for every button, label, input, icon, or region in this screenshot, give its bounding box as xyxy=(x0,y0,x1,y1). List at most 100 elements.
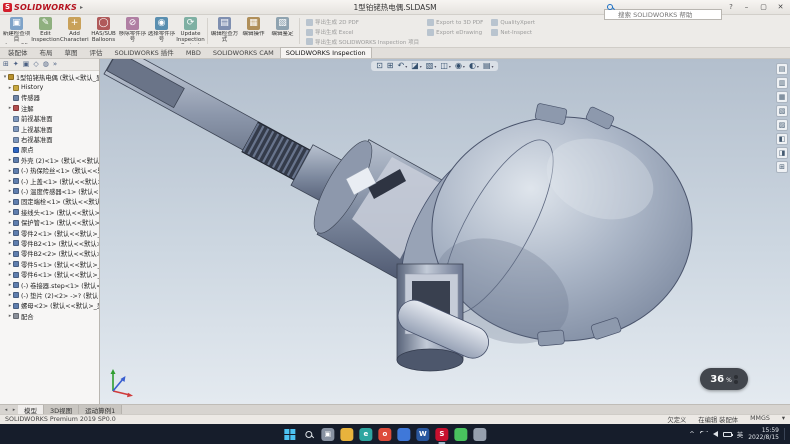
tree-row[interactable]: 前视基准面 xyxy=(0,114,99,124)
word-icon[interactable]: W xyxy=(416,428,429,441)
tab-草图[interactable]: 草图 xyxy=(59,45,84,58)
tree-row[interactable]: ▸注解 xyxy=(0,103,99,113)
doc-tab-模型[interactable]: 模型 xyxy=(18,405,44,414)
ribbon-button-update-inspection-project[interactable]: ⟳Update Inspection Project xyxy=(176,16,205,46)
search-button[interactable] xyxy=(302,428,315,441)
tab-MBD[interactable]: MBD xyxy=(180,47,207,58)
ribbon-button-net-inspect[interactable]: Net-Inspect xyxy=(491,28,535,37)
ribbon-button-export-3d-pdf[interactable]: Export to 3D PDF xyxy=(427,18,483,27)
ribbon-button-edit-inspection-methods[interactable]: ▤编辑检查方式 xyxy=(210,16,239,46)
ime-indicator[interactable]: 英 xyxy=(737,429,744,439)
apply-scene-icon[interactable]: ▤▾ xyxy=(483,62,494,70)
doc-tab-nav-left[interactable]: ◂ xyxy=(2,405,10,414)
ribbon-button-edit-operations[interactable]: ▦编辑操作 xyxy=(239,16,268,46)
view-orientation-icon[interactable]: ▧▾ xyxy=(426,62,437,70)
tree-row[interactable]: ▸固定端栓<1> (默认<<默认>_显示状态 1>) xyxy=(0,197,99,207)
tree-row[interactable]: ▸外壳 (2)<1> (默认<<默认>_显示状态 1>) xyxy=(0,155,99,165)
tree-row[interactable]: 传感器 xyxy=(0,93,99,103)
tab-布局[interactable]: 布局 xyxy=(34,45,59,58)
battery-icon[interactable] xyxy=(723,432,732,437)
tree-row[interactable]: ▸(-) 温度传感器<1> (默认<<默认>_显示状 xyxy=(0,186,99,196)
edit-appearance-icon[interactable]: ◐▾ xyxy=(469,62,479,70)
dimxpert-manager-tab[interactable]: ◇ xyxy=(33,61,38,68)
tree-row[interactable]: ▸保护管<1> (默认<<默认>_显示状态 1>) xyxy=(0,217,99,227)
ribbon-button-new-inspection-project[interactable]: ▣新建检查项目 (emp.fil) xyxy=(2,16,31,46)
configuration-manager-tab[interactable]: ▣ xyxy=(23,61,30,68)
tree-row[interactable]: 上视基准面 xyxy=(0,124,99,134)
tray-chevron-icon[interactable]: ^ xyxy=(689,430,694,438)
ribbon-button-edit-qualification[interactable]: ▧编辑鉴定 xyxy=(268,16,297,46)
tab-装配体[interactable]: 装配体 xyxy=(2,45,34,58)
hide-show-items-icon[interactable]: ◉▾ xyxy=(455,62,465,70)
thermocouple-assembly[interactable] xyxy=(104,59,692,371)
previous-view-icon[interactable]: ↶▾ xyxy=(397,62,407,70)
plugin-tool-1[interactable]: ▤ xyxy=(776,63,788,75)
plugin-tool-5[interactable]: ▨ xyxy=(776,119,788,131)
property-manager-tab[interactable]: ✦ xyxy=(13,61,19,68)
ribbon-button-export-sw-inspection[interactable]: 导出生成 SOLIDWORKS Inspection 项目 xyxy=(306,37,419,46)
help-button[interactable]: ? xyxy=(726,3,736,11)
plugin-tool-8[interactable]: ⊞ xyxy=(776,161,788,173)
graphics-viewport[interactable]: ⊡⊞↶▾◪▾▧▾◫▾◉▾◐▾▤▾ ▤▥▦▧▨◧◨⊞ 36 % xyxy=(100,59,790,404)
tree-row[interactable]: ▸零件2<1> (默认<<默认>_显示状态 1>) xyxy=(0,228,99,238)
doc-tab-nav-right[interactable]: ▸ xyxy=(10,405,18,414)
tree-row[interactable]: ▸(-) 垫片 (2)<2> ->? (默认<<默认>_显示状态 xyxy=(0,290,99,300)
ribbon-button-edit-inspection[interactable]: ✎Edit Inspection xyxy=(31,16,60,46)
solidworks-icon[interactable]: S xyxy=(435,428,448,441)
ribbon-button-select-balloons[interactable]: ◉选择零件序号 xyxy=(147,16,176,46)
zoom-to-fit-icon[interactable]: ⊡ xyxy=(376,62,383,70)
ribbon-button-add-characteristics[interactable]: +Add Characteristics xyxy=(60,16,89,46)
doc-tab-运动算例1[interactable]: 运动算例1 xyxy=(79,405,122,414)
ribbon-button-has-sub-balloons[interactable]: ◯HAS/SUB Balloons xyxy=(89,16,118,46)
close-button[interactable]: ✕ xyxy=(774,3,787,11)
chrome-icon[interactable]: o xyxy=(378,428,391,441)
tree-row[interactable]: ▸螺母<2> (默认<<默认>_显示状态 1>) xyxy=(0,301,99,311)
tree-row[interactable]: ▸零件B2<1> (默认<<默认>_显示状态 1>) xyxy=(0,238,99,248)
plugin-tool-2[interactable]: ▥ xyxy=(776,77,788,89)
search-input[interactable] xyxy=(604,9,722,20)
zoom-to-area-icon[interactable]: ⊞ xyxy=(387,62,394,70)
tab-SOLIDWORKS 插件[interactable]: SOLIDWORKS 插件 xyxy=(109,45,180,58)
edge-icon[interactable]: e xyxy=(359,428,372,441)
start-button[interactable] xyxy=(283,428,296,441)
plugin-tool-3[interactable]: ▦ xyxy=(776,91,788,103)
clock[interactable]: 15:59 2022/8/15 xyxy=(748,427,779,441)
plugin-tool-4[interactable]: ▧ xyxy=(776,105,788,117)
tree-row[interactable]: ▾1型铂铑热电偶 (默认<默认_显示状态-1>) xyxy=(0,72,99,82)
section-view-icon[interactable]: ◪▾ xyxy=(411,62,422,70)
wechat-icon[interactable] xyxy=(454,428,467,441)
tree-row[interactable]: ▸零件5<1> (默认<<默认>_显示状态 1>) xyxy=(0,259,99,269)
volume-icon[interactable] xyxy=(713,431,718,437)
feature-manager-tab[interactable]: ⊞ xyxy=(3,61,9,68)
tree-row[interactable]: 右视基准面 xyxy=(0,134,99,144)
tree-row[interactable]: ▸零件B2<2> (默认<<默认>_显示状态 1>) xyxy=(0,249,99,259)
tree-row[interactable]: ▸History xyxy=(0,82,99,92)
show-desktop-button[interactable] xyxy=(784,428,787,440)
menu-expand-arrow-icon[interactable]: ▸ xyxy=(80,4,83,11)
browser-icon[interactable] xyxy=(397,428,410,441)
model-3d-view[interactable] xyxy=(100,59,790,404)
tree-row[interactable]: ▸接线头<1> (默认<<默认>_显示状态 1>) xyxy=(0,207,99,217)
ribbon-button-export-excel[interactable]: 导出生成 Excel xyxy=(306,28,419,37)
notes-icon[interactable] xyxy=(473,428,486,441)
tree-row[interactable]: 原点 xyxy=(0,145,99,155)
display-style-icon[interactable]: ◫▾ xyxy=(440,62,451,70)
minimize-button[interactable]: – xyxy=(740,3,753,11)
tab-SOLIDWORKS CAM[interactable]: SOLIDWORKS CAM xyxy=(207,47,280,58)
plugin-tool-7[interactable]: ◨ xyxy=(776,147,788,159)
network-icon[interactable] xyxy=(700,431,708,437)
tree-row[interactable]: ▸(-) 卷接器.step<1> (默认<<默认>_显示 xyxy=(0,280,99,290)
tree-row[interactable]: ▸配合 xyxy=(0,311,99,321)
file-explorer-icon[interactable] xyxy=(340,428,353,441)
tab-SOLIDWORKS Inspection[interactable]: SOLIDWORKS Inspection xyxy=(280,47,372,58)
tree-row[interactable]: ▸零件6<1> (默认<<默认>_显示状态 1>) xyxy=(0,269,99,279)
ribbon-button-remove-balloons[interactable]: ⊘移除零件序号 xyxy=(118,16,147,46)
ribbon-button-qualityxpert[interactable]: QualityXpert xyxy=(491,18,535,27)
panel-expand-arrow[interactable]: » xyxy=(53,61,57,68)
ribbon-button-export-2d-pdf[interactable]: 导出生成 2D PDF xyxy=(306,18,419,27)
task-view-button[interactable]: ▣ xyxy=(321,428,334,441)
plugin-tool-6[interactable]: ◧ xyxy=(776,133,788,145)
tree-row[interactable]: ▸(-) 上盖<1> (默认<<默认>_显示状态 1>) xyxy=(0,176,99,186)
maximize-button[interactable]: ▢ xyxy=(757,3,770,11)
ribbon-button-export-edrawing[interactable]: Export eDrawing xyxy=(427,28,483,37)
